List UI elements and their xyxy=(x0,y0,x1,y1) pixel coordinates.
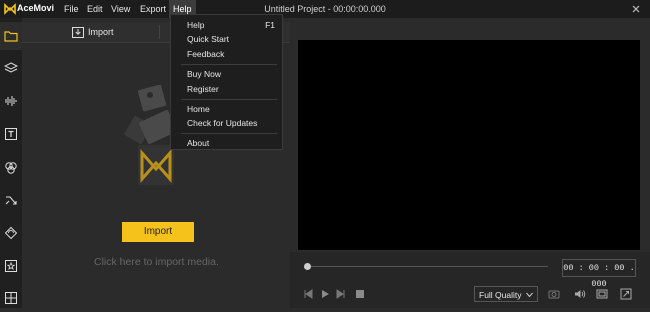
transition-icon xyxy=(5,196,17,205)
menu-separator xyxy=(181,99,277,100)
close-icon[interactable] xyxy=(630,3,642,15)
help-menu-item-about[interactable]: About xyxy=(187,136,277,150)
menu-separator xyxy=(181,133,277,134)
next-frame-icon[interactable] xyxy=(335,288,347,300)
sidebar-item-stickers[interactable] xyxy=(0,252,22,280)
menu-view[interactable]: View xyxy=(107,0,134,18)
stop-icon[interactable] xyxy=(354,288,366,300)
sidebar-item-effects[interactable] xyxy=(0,154,22,182)
screen-ratio-icon[interactable] xyxy=(596,288,608,300)
menu-separator xyxy=(181,64,277,65)
sidebar-item-filters[interactable] xyxy=(0,219,22,247)
title-bar: AceMovi Untitled Project - 00:00:00.000 … xyxy=(0,0,650,18)
help-menu-dropdown: Help F1 Quick Start Feedback Buy Now Reg… xyxy=(170,14,283,150)
volume-icon[interactable] xyxy=(574,288,586,300)
effects-icon xyxy=(5,162,17,174)
sidebar-item-text[interactable] xyxy=(0,120,22,148)
timecode-display: 00 : 00 : 00 . 000 xyxy=(562,259,636,289)
menu-file[interactable]: File xyxy=(60,0,83,18)
grid-icon xyxy=(5,292,17,304)
sidebar xyxy=(0,18,22,308)
tab-divider xyxy=(159,25,160,39)
quality-select[interactable]: Full Quality xyxy=(474,286,538,302)
folder-icon xyxy=(4,31,18,42)
sidebar-item-media[interactable] xyxy=(0,22,22,50)
quality-value: Full Quality xyxy=(479,290,522,300)
snapshot-icon[interactable] xyxy=(548,288,560,300)
help-menu-item-home[interactable]: Home xyxy=(187,102,277,116)
star-icon xyxy=(5,260,17,272)
menu-export[interactable]: Export xyxy=(136,0,170,18)
help-menu-item-help[interactable]: Help F1 xyxy=(187,18,277,32)
import-button[interactable]: Import xyxy=(122,222,194,242)
progress-track[interactable] xyxy=(306,266,548,267)
filter-icon xyxy=(4,226,18,240)
layers-icon xyxy=(4,62,18,73)
sidebar-item-transitions[interactable] xyxy=(0,186,22,214)
help-menu-item-quick-start[interactable]: Quick Start xyxy=(187,32,277,46)
help-shortcut: F1 xyxy=(265,20,275,30)
sidebar-item-layers[interactable] xyxy=(0,54,22,82)
preview-screen xyxy=(298,40,640,250)
help-menu-item-buy-now[interactable]: Buy Now xyxy=(187,67,277,81)
previous-frame-icon[interactable] xyxy=(302,288,314,300)
fullscreen-icon[interactable] xyxy=(620,288,632,300)
audio-icon xyxy=(5,96,17,106)
progress-handle[interactable] xyxy=(304,263,311,270)
play-icon[interactable] xyxy=(319,288,331,300)
help-menu-item-check-updates[interactable]: Check for Updates xyxy=(187,116,277,130)
text-icon xyxy=(5,128,17,140)
help-menu-label: Help xyxy=(187,20,205,30)
chevron-down-icon xyxy=(526,292,533,298)
help-menu-item-register[interactable]: Register xyxy=(187,82,277,96)
menu-edit[interactable]: Edit xyxy=(83,0,107,18)
import-tab-label: Import xyxy=(88,27,114,37)
sidebar-item-audio[interactable] xyxy=(0,87,22,115)
import-hint[interactable]: Click here to import media. xyxy=(94,256,219,268)
help-menu-item-feedback[interactable]: Feedback xyxy=(187,47,277,61)
import-icon xyxy=(72,27,84,38)
